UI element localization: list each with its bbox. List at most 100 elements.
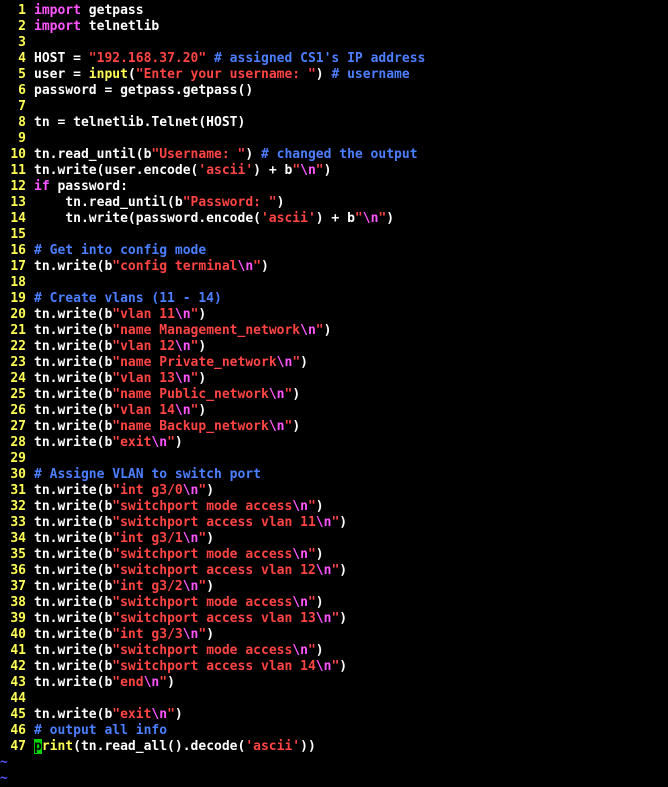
code-text: tn.write(b"config terminal\n") xyxy=(34,259,269,274)
code-line[interactable]: 8 tn = telnetlib.Telnet(HOST) xyxy=(0,115,668,131)
code-line[interactable]: 47 print(tn.read_all().decode('ascii')) xyxy=(0,739,668,755)
code-line[interactable]: 11 tn.write(user.encode('ascii') + b"\n") xyxy=(0,163,668,179)
code-line[interactable]: 10 tn.read_until(b"Username: ") # changed… xyxy=(0,147,668,163)
code-text: user = input("Enter your username: ") # … xyxy=(34,67,410,82)
token-plain: ) xyxy=(315,547,324,562)
token-escape: \n xyxy=(174,371,191,386)
line-number: 1 xyxy=(18,3,26,18)
code-line[interactable]: 46 # output all info xyxy=(0,723,668,739)
code-text: tn.write(b"vlan 14\n") xyxy=(34,403,206,418)
code-line[interactable]: 32 tn.write(b"switchport mode access\n") xyxy=(0,499,668,515)
line-number: 5 xyxy=(18,67,26,82)
code-line[interactable]: 21 tn.write(b"name Management_network\n") xyxy=(0,323,668,339)
token-comment: # Assigne VLAN to switch port xyxy=(34,467,261,482)
line-number: 25 xyxy=(10,387,26,402)
line-number: 15 xyxy=(10,227,26,242)
code-line[interactable]: 35 tn.write(b"switchport mode access\n") xyxy=(0,547,668,563)
code-line[interactable]: 44 xyxy=(0,691,668,707)
code-line[interactable]: 26 tn.write(b"vlan 14\n") xyxy=(0,403,668,419)
line-number: 36 xyxy=(10,563,26,578)
code-line[interactable]: 31 tn.write(b"int g3/0\n") xyxy=(0,483,668,499)
code-line[interactable]: 9 xyxy=(0,131,668,147)
code-line[interactable]: 13 tn.read_until(b"Password: ") xyxy=(0,195,668,211)
code-line[interactable]: 29 xyxy=(0,451,668,467)
code-line[interactable]: 15 xyxy=(0,227,668,243)
code-line[interactable]: 38 tn.write(b"switchport mode access\n") xyxy=(0,595,668,611)
token-keyword: import xyxy=(34,19,81,34)
code-text: tn.write(b"switchport access vlan 14\n") xyxy=(34,659,347,674)
code-line[interactable]: 42 tn.write(b"switchport access vlan 14\n… xyxy=(0,659,668,675)
token-plain: ) + b xyxy=(315,211,355,226)
code-text: tn.write(b"int g3/1\n") xyxy=(34,531,214,546)
line-number: 37 xyxy=(10,579,26,594)
token-escape: \n xyxy=(174,403,191,418)
code-line[interactable]: 1 import getpass xyxy=(0,3,668,19)
code-text: # output all info xyxy=(34,723,167,738)
token-plain: tn.write(b xyxy=(34,659,113,674)
code-line[interactable]: 5 user = input("Enter your username: ") #… xyxy=(0,67,668,83)
code-text: import getpass xyxy=(34,3,144,18)
code-text: password = getpass.getpass() xyxy=(34,83,253,98)
code-line[interactable]: 45 tn.write(b"exit\n") xyxy=(0,707,668,723)
code-text: tn.write(b"name Public_network\n") xyxy=(34,387,300,402)
token-string: " xyxy=(315,163,324,178)
token-string: " xyxy=(307,499,316,514)
code-line[interactable]: 18 xyxy=(0,275,668,291)
code-line[interactable]: 25 tn.write(b"name Public_network\n") xyxy=(0,387,668,403)
token-string: 'ascii' xyxy=(198,163,254,178)
token-plain: password = getpass.getpass() xyxy=(34,83,254,98)
code-line[interactable]: 4 HOST = "192.168.37.20" # assigned CS1's… xyxy=(0,51,668,67)
code-line[interactable]: 17 tn.write(b"config terminal\n") xyxy=(0,259,668,275)
token-string: "192.168.37.20" xyxy=(88,51,207,66)
code-line[interactable]: 7 xyxy=(0,99,668,115)
token-plain: ( xyxy=(127,67,136,82)
code-line[interactable]: 39 tn.write(b"switchport access vlan 13\n… xyxy=(0,611,668,627)
token-plain: ) xyxy=(198,339,207,354)
code-line[interactable]: 28 tn.write(b"exit\n") xyxy=(0,435,668,451)
code-line[interactable]: 6 password = getpass.getpass() xyxy=(0,83,668,99)
token-comment: # changed the output xyxy=(260,147,418,162)
code-text: tn.write(b"vlan 11\n") xyxy=(34,307,206,322)
token-plain: tn.write(b xyxy=(34,435,113,450)
token-escape: \n xyxy=(151,435,168,450)
token-escape: \n xyxy=(182,531,199,546)
line-number: 43 xyxy=(10,675,26,690)
code-text: if password: xyxy=(34,179,128,194)
token-string: "switchport mode access xyxy=(112,595,293,610)
token-escape: \n xyxy=(315,659,332,674)
token-plain: ) xyxy=(198,371,207,386)
token-plain: ) xyxy=(276,195,285,210)
code-line[interactable]: 12 if password: xyxy=(0,179,668,195)
line-number: 19 xyxy=(10,291,26,306)
code-line[interactable]: 22 tn.write(b"vlan 12\n") xyxy=(0,339,668,355)
code-line[interactable]: 36 tn.write(b"switchport access vlan 12\n… xyxy=(0,563,668,579)
token-plain: tn.write(b xyxy=(34,259,113,274)
token-string: " xyxy=(167,435,175,450)
token-string: "Username: " xyxy=(151,147,246,162)
code-line[interactable]: 41 tn.write(b"switchport mode access\n") xyxy=(0,643,668,659)
code-line[interactable]: 37 tn.write(b"int g3/2\n") xyxy=(0,579,668,595)
code-line[interactable]: 40 tn.write(b"int g3/3\n") xyxy=(0,627,668,643)
code-line[interactable]: 16 # Get into config mode xyxy=(0,243,668,259)
code-line[interactable]: 33 tn.write(b"switchport access vlan 11\n… xyxy=(0,515,668,531)
code-line[interactable]: 23 tn.write(b"name Private_network\n") xyxy=(0,355,668,371)
token-plain: ) xyxy=(315,595,324,610)
token-comment: # Create vlans (11 - 14) xyxy=(34,291,222,306)
vim-editor[interactable]: 1 import getpass 2 import telnetlib 3 4 HOST =… xyxy=(0,3,668,787)
code-line[interactable]: 3 xyxy=(0,35,668,51)
token-plain: ) xyxy=(323,163,332,178)
code-line[interactable]: 14 tn.write(password.encode('ascii') + b… xyxy=(0,211,668,227)
code-text: tn.write(b"exit\n") xyxy=(34,707,183,722)
code-line[interactable]: 30 # Assigne VLAN to switch port xyxy=(0,467,668,483)
line-number: 18 xyxy=(10,275,26,290)
token-plain: ) xyxy=(315,643,324,658)
code-line[interactable]: 2 import telnetlib xyxy=(0,19,668,35)
code-line[interactable]: 24 tn.write(b"vlan 13\n") xyxy=(0,371,668,387)
code-line[interactable]: 34 tn.write(b"int g3/1\n") xyxy=(0,531,668,547)
line-number: 32 xyxy=(10,499,26,514)
code-line[interactable]: 20 tn.write(b"vlan 11\n") xyxy=(0,307,668,323)
code-line[interactable]: 19 # Create vlans (11 - 14) xyxy=(0,291,668,307)
code-line[interactable]: 27 tn.write(b"name Backup_network\n") xyxy=(0,419,668,435)
token-plain: tn.write(user.encode( xyxy=(34,163,199,178)
code-line[interactable]: 43 tn.write(b"end\n") xyxy=(0,675,668,691)
